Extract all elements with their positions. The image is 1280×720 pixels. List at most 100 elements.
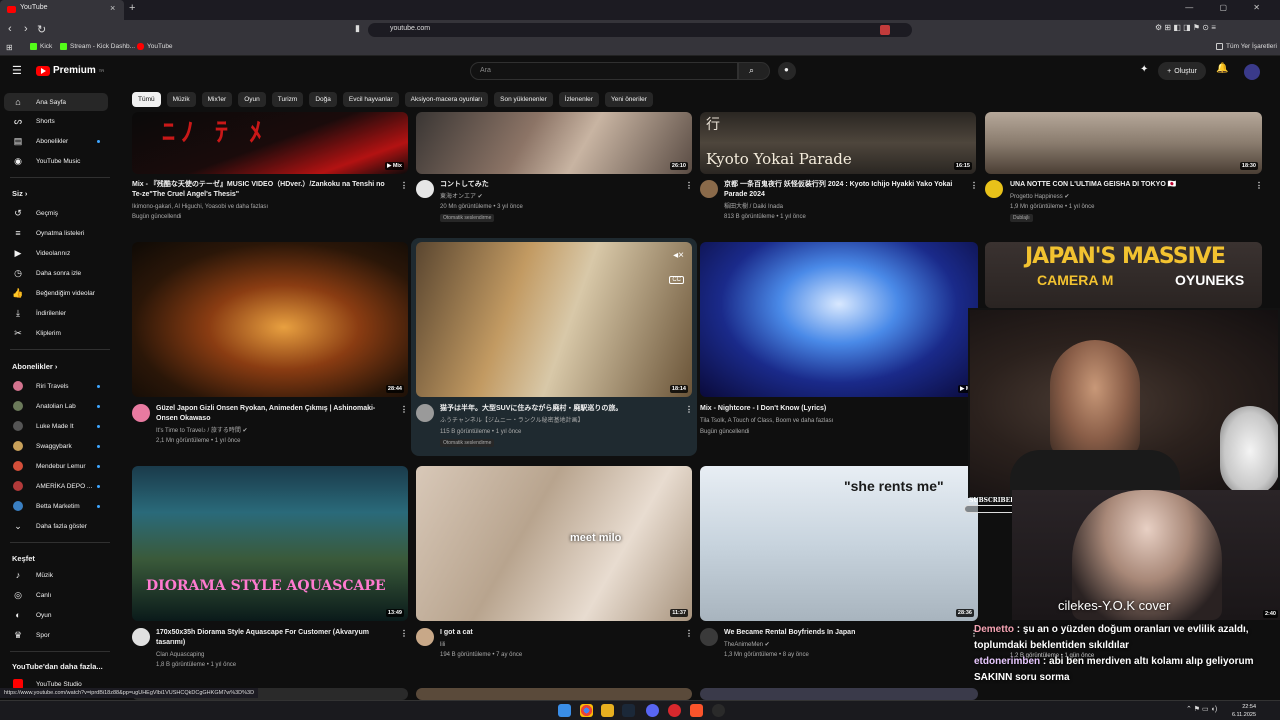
video-title[interactable]: 170x50x35h Diorama Style Aquascape For C… bbox=[156, 628, 396, 648]
all-bookmarks[interactable]: Tüm Yer İşaretleri bbox=[1216, 43, 1277, 50]
sidebar-item-your-videos[interactable]: ▶ Videolarınız bbox=[4, 244, 108, 262]
sidebar-item-shorts[interactable]: ᔕ Shorts bbox=[4, 112, 108, 130]
video-channel[interactable]: TheAnimeMen ✔ bbox=[724, 640, 770, 650]
video-title[interactable]: 猫予は半年。大型SUVに住みながら廃村・廃駅巡りの旅。 bbox=[440, 404, 680, 414]
sidebar-item-music[interactable]: ♪ Müzik bbox=[4, 566, 108, 584]
channel-avatar[interactable] bbox=[416, 628, 434, 646]
more-actions-icon[interactable]: ⋮ bbox=[1255, 181, 1263, 190]
tray-icons[interactable]: ⌃ ⚑ ▭ ◖) bbox=[1186, 705, 1217, 713]
chip-mixes[interactable]: Mix'ler bbox=[201, 92, 233, 107]
sidebar-item-home[interactable]: ⌂ Ana Sayfa bbox=[4, 93, 108, 111]
video-thumbnail[interactable] bbox=[700, 688, 978, 700]
video-title[interactable]: Mix - Nightcore - I Don't Know (Lyrics) bbox=[700, 404, 962, 414]
file-explorer-icon[interactable] bbox=[601, 704, 614, 717]
forward-icon[interactable]: › bbox=[24, 23, 28, 35]
more-actions-icon[interactable]: ⋮ bbox=[685, 629, 693, 638]
sidebar-item-gaming[interactable]: ◐ Oyun bbox=[4, 606, 108, 624]
sidebar-item-subscription[interactable]: Swaggybark bbox=[4, 437, 108, 455]
more-actions-icon[interactable]: ⋮ bbox=[400, 629, 408, 638]
brave-icon[interactable] bbox=[690, 704, 703, 717]
sidebar-item-history[interactable]: ↺ Geçmiş bbox=[4, 204, 108, 222]
bookmark-kick[interactable]: Kick bbox=[30, 43, 52, 50]
video-thumbnail[interactable]: ◂× CC 18:14 bbox=[416, 242, 692, 397]
chip-new-to-you[interactable]: Yeni öneriler bbox=[604, 92, 653, 107]
chip-recently-uploaded[interactable]: Son yüklenenler bbox=[494, 92, 553, 107]
cast-icon[interactable]: ✦ bbox=[1140, 64, 1148, 75]
more-actions-icon[interactable]: ⋮ bbox=[970, 181, 978, 190]
sidebar-item-youtube-music[interactable]: ◉ YouTube Music bbox=[4, 152, 108, 170]
chip-music[interactable]: Müzik bbox=[166, 92, 196, 107]
video-channel[interactable]: Tila Tsolk, A Touch of Class, Boom ve da… bbox=[700, 416, 833, 426]
sidebar-you-header[interactable]: Siz › bbox=[12, 189, 27, 198]
reload-icon[interactable]: ↻ bbox=[37, 23, 46, 36]
captions-icon[interactable]: CC bbox=[669, 276, 684, 284]
back-icon[interactable]: ‹ bbox=[8, 23, 12, 35]
video-thumbnail[interactable]: DIORAMA STYLE AQUASCAPE 13:49 bbox=[132, 466, 408, 621]
create-button[interactable]: + Oluştur bbox=[1158, 62, 1206, 80]
apps-grid-icon[interactable]: ⊞ bbox=[6, 43, 13, 52]
video-thumbnail[interactable]: 26:10 bbox=[416, 112, 692, 174]
window-controls[interactable]: — ▢ ✕ bbox=[1185, 3, 1272, 12]
video-channel[interactable]: 東海オンエア ✔ bbox=[440, 192, 483, 202]
tab-close-icon[interactable]: × bbox=[110, 3, 115, 13]
browser-tab[interactable]: YouTube × bbox=[0, 0, 124, 20]
more-actions-icon[interactable]: ⋮ bbox=[685, 405, 693, 414]
chip-tourism[interactable]: Turizm bbox=[271, 92, 304, 107]
bookmark-youtube[interactable]: YouTube bbox=[137, 43, 173, 50]
video-channel[interactable]: ふうチャンネル【ジムニー・ランクル秘密基地計画】 bbox=[440, 416, 584, 426]
more-actions-icon[interactable]: ⋮ bbox=[400, 405, 408, 414]
video-title[interactable]: 京都 一条百鬼夜行 妖怪仮装行列 2024 : Kyoto Ichijo Hya… bbox=[724, 180, 964, 200]
more-actions-icon[interactable]: ⋮ bbox=[400, 181, 408, 190]
video-channel[interactable]: 稲田大樹 / Daiki Inada bbox=[724, 202, 783, 212]
youtube-logo[interactable]: Premium TR bbox=[36, 65, 104, 76]
video-thumbnail[interactable]: ▶ Mi bbox=[700, 242, 978, 397]
video-thumbnail[interactable] bbox=[416, 688, 692, 700]
chip-nature[interactable]: Doğa bbox=[309, 92, 337, 107]
video-title[interactable]: I got a cat bbox=[440, 628, 680, 638]
mute-icon[interactable]: ◂× bbox=[673, 250, 684, 261]
sidebar-item-sports[interactable]: ♛ Spor bbox=[4, 626, 108, 644]
address-bar[interactable]: youtube.com bbox=[368, 23, 912, 37]
opera-icon[interactable] bbox=[668, 704, 681, 717]
video-title[interactable]: コントしてみた bbox=[440, 180, 680, 190]
sidebar-item-subscription[interactable]: Mendebur Lemur bbox=[4, 457, 108, 475]
brave-shield-icon[interactable] bbox=[880, 25, 890, 35]
channel-avatar[interactable] bbox=[132, 628, 150, 646]
voice-search-button[interactable]: ● bbox=[778, 62, 796, 80]
video-thumbnail[interactable]: meet milo 11:37 bbox=[416, 466, 692, 621]
video-channel[interactable]: Progetto Happiness ✔ bbox=[1010, 192, 1069, 202]
sidebar-item-watch-later[interactable]: ◷ Daha sonra izle bbox=[4, 264, 108, 282]
steam-icon[interactable] bbox=[622, 704, 635, 717]
video-thumbnail[interactable]: 行 Kyoto Yokai Parade 16:15 bbox=[700, 112, 976, 174]
sidebar-item-subscription[interactable]: Betta Marketim bbox=[4, 497, 108, 515]
bookmark-icon[interactable]: ▮ bbox=[355, 23, 360, 34]
avatar[interactable] bbox=[1244, 64, 1260, 80]
video-title[interactable]: We Became Rental Boyfriends In Japan bbox=[724, 628, 964, 638]
sidebar-item-subscription[interactable]: Luke Made It bbox=[4, 417, 108, 435]
sidebar-item-live[interactable]: ◎ Canlı bbox=[4, 586, 108, 604]
sidebar-item-subscription[interactable]: Anatolian Lab bbox=[4, 397, 108, 415]
chip-watched[interactable]: İzlenenler bbox=[558, 92, 599, 107]
video-title[interactable]: UNA NOTTE CON L'ULTIMA GEISHA DI TOKYO 🇯… bbox=[1010, 180, 1250, 190]
channel-avatar[interactable] bbox=[985, 180, 1003, 198]
sidebar-item-subscriptions[interactable]: ▤ Abonelikler bbox=[4, 132, 108, 150]
extensions-icon[interactable]: ⚙ ⊞ ◧ ◨ ⚑ ⊙ ≡ bbox=[1155, 23, 1216, 32]
taskbar-clock[interactable]: 22:54 6.11.2025 bbox=[1232, 703, 1256, 719]
video-channel[interactable]: Ikimono-gakari, AI Higuchi, Yoasobi ve d… bbox=[132, 202, 268, 212]
new-tab-button[interactable]: + bbox=[129, 2, 135, 14]
video-channel[interactable]: Clan Aquascaping bbox=[156, 650, 204, 660]
video-thumbnail[interactable]: "she rents me" 28:36 bbox=[700, 466, 978, 621]
sidebar-item-playlists[interactable]: ≡ Oynatma listeleri bbox=[4, 224, 108, 242]
sidebar-subscriptions-header[interactable]: Abonelikler › bbox=[12, 362, 57, 371]
search-input[interactable]: Ara bbox=[470, 62, 738, 80]
video-thumbnail[interactable]: JAPAN'S MASSIVE CAMERA M OYUNEKS bbox=[985, 242, 1262, 308]
chip-action-adventure[interactable]: Aksiyon-macera oyunları bbox=[404, 92, 489, 107]
sidebar-item-subscription[interactable]: AMERİKA DEPO ... bbox=[4, 477, 108, 495]
sidebar-item-liked-videos[interactable]: 👍 Beğendiğim videolar bbox=[4, 284, 108, 302]
video-channel[interactable]: It's Time to Travel♪ / 旅する時間 ✔ bbox=[156, 426, 248, 436]
video-thumbnail[interactable]: 28:44 bbox=[132, 242, 408, 397]
channel-avatar[interactable] bbox=[416, 180, 434, 198]
discord-icon[interactable] bbox=[646, 704, 659, 717]
channel-avatar[interactable] bbox=[416, 404, 434, 422]
chip-gaming[interactable]: Oyun bbox=[238, 92, 266, 107]
